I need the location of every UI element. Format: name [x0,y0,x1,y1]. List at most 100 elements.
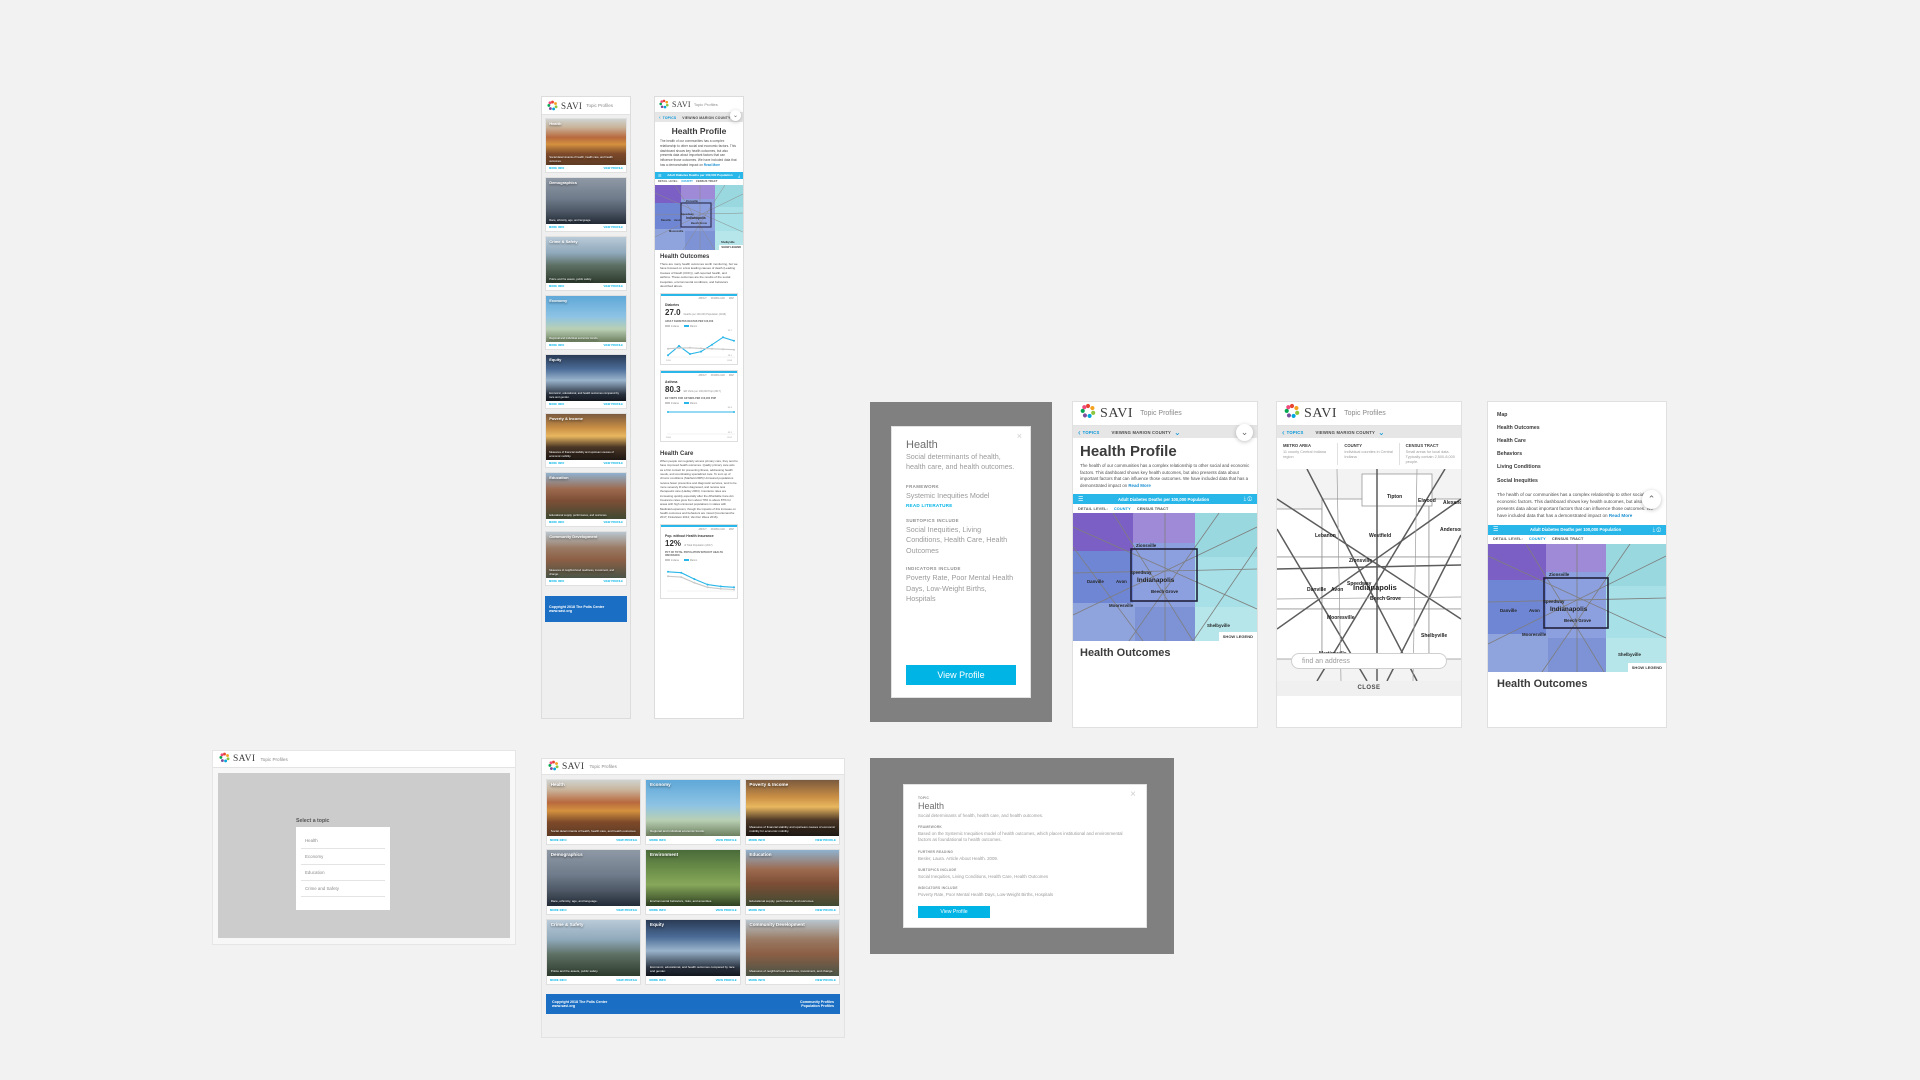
viewing-label[interactable]: VIEWING MARION COUNTY [1315,430,1375,435]
view-profile-link[interactable]: VIEW PROFILE [716,978,737,982]
view-profile-link[interactable]: VIEW PROFILE [616,908,637,912]
indicator-tab[interactable]: ABOUT [698,528,706,531]
more-info-link[interactable]: MORE INFO [649,908,666,912]
view-profile-button[interactable]: View Profile [906,665,1016,685]
map-actions[interactable]: ⤓ ⓘ [1653,527,1661,533]
download-icon[interactable]: ⤓ [738,173,740,178]
more-info-link[interactable]: MORE INFO [550,908,567,912]
view-profile-link[interactable]: VIEW PROFILE [716,908,737,912]
breadcrumb-topics[interactable]: TOPICS [1083,430,1100,435]
nav-section-item[interactable]: Living Conditions [1497,461,1657,474]
back-chevron-icon[interactable]: ‹ [1282,428,1285,437]
nav-section-item[interactable]: Social Inequities [1497,474,1657,487]
topic-card[interactable]: Health Social determinants of health, he… [546,779,642,845]
choropleth-map[interactable]: Zionsville Speedway Danville Avon Indianap… [655,184,743,250]
view-profile-link[interactable]: VIEW PROFILE [616,838,637,842]
topic-option[interactable]: Economy [301,849,385,865]
viewing-label[interactable]: VIEWING MARION COUNTY [1111,430,1171,435]
indicator-tab[interactable]: MAP [729,528,734,531]
detail-level-option[interactable]: CENSUS TRACT Small areas for local data.… [1406,443,1455,465]
more-info-link[interactable]: MORE INFO [549,344,564,347]
topic-card[interactable]: Poverty & Income Measures of financial s… [545,413,627,468]
topic-card[interactable]: Community Development Measures of neighb… [545,531,627,586]
breadcrumb-topics[interactable]: TOPICS [663,116,677,120]
read-literature-link[interactable]: READ LITERATURE [906,503,1016,508]
more-info-link[interactable]: MORE INFO [549,285,564,288]
topic-card[interactable]: Economy Regional and individual economic… [545,295,627,350]
topic-card[interactable]: Health Social determinants of health, he… [545,118,627,173]
more-info-link[interactable]: MORE INFO [549,580,564,583]
topic-card[interactable]: Demographics Race, ethnicity, age, and l… [545,177,627,232]
more-info-link[interactable]: MORE INFO [649,978,666,982]
show-legend-button[interactable]: SHOW LEGEND [1627,662,1666,672]
region-map[interactable]: Tipton Elwood Alexandria Anderson Lebanon We… [1277,469,1461,682]
topic-card[interactable]: Equity Economic, educational, and health… [645,919,741,985]
choropleth-map[interactable]: Zionsville Speedway Danville Avon Indianap… [1073,513,1257,642]
view-profile-link[interactable]: VIEW PROFILE [815,838,836,842]
view-profile-link[interactable]: VIEW PROFILE [815,908,836,912]
topic-option[interactable]: Health [301,833,385,849]
topic-card[interactable]: Crime & Safety Police and fire assets, p… [546,919,642,985]
view-profile-link[interactable]: VIEW PROFILE [603,462,623,465]
close-icon[interactable]: × [1130,789,1136,800]
indicator-card[interactable]: ABOUT DOWNLOAD MAP Diabetes 27.0 Deaths pe… [660,292,738,365]
indicator-tab[interactable]: DOWNLOAD [711,297,725,300]
indicator-tab[interactable]: DOWNLOAD [711,374,725,377]
viewing-label[interactable]: VIEWING MARION COUNTY [682,116,730,120]
collapse-toggle-button[interactable]: ⌄ [730,110,741,121]
view-profile-link[interactable]: VIEW PROFILE [603,226,623,229]
topic-card[interactable]: Crime & Safety Police and fire assets, p… [545,236,627,291]
back-chevron-icon[interactable]: ‹ [659,115,661,121]
detail-level-option[interactable]: COUNTY Individual counties in Central In… [1344,443,1400,466]
view-profile-link[interactable]: VIEW PROFILE [603,580,623,583]
detail-level-tract[interactable]: CENSUS TRACT [1137,507,1169,511]
close-button[interactable]: CLOSE [1277,681,1461,697]
view-profile-link[interactable]: VIEW PROFILE [603,344,623,347]
show-legend-button[interactable]: SHOW LEGEND [1218,632,1257,642]
footer-link-population[interactable]: Population Profiles [800,1004,834,1008]
nav-section-item[interactable]: Behaviors [1497,448,1657,461]
indicator-card[interactable]: ABOUT DOWNLOAD MAP Pop. without Health Ins… [660,523,738,599]
show-legend-button[interactable]: SHOW LEGEND [719,244,743,250]
more-info-link[interactable]: MORE INFO [749,908,766,912]
topic-card[interactable]: Poverty & Income Measures of financial s… [744,779,840,845]
read-more-link[interactable]: Read More [1128,483,1150,488]
indicator-tab[interactable]: ABOUT [698,374,706,377]
read-more-link[interactable]: Read More [704,163,720,167]
topic-option[interactable]: Crime and Safety [301,881,385,897]
topic-option[interactable]: Education [301,865,385,881]
more-info-link[interactable]: MORE INFO [550,838,567,842]
more-info-link[interactable]: MORE INFO [649,838,666,842]
more-info-link[interactable]: MORE INFO [550,978,567,982]
more-info-link[interactable]: MORE INFO [749,838,766,842]
indicator-card[interactable]: ABOUT DOWNLOAD MAP Asthma 80.3 ER Visits p… [660,369,738,442]
indicator-tab[interactable]: MAP [729,297,734,300]
detail-level-tract[interactable]: CENSUS TRACT [696,180,718,183]
view-profile-link[interactable]: VIEW PROFILE [716,838,737,842]
nav-section-item[interactable]: Health Care [1497,434,1657,447]
topic-card[interactable]: Education Educational supply, performanc… [545,472,627,527]
more-info-link[interactable]: MORE INFO [549,521,564,524]
close-icon[interactable]: × [1017,431,1022,441]
detail-level-option[interactable]: METRO AREA 11 county Central Indiana reg… [1283,443,1339,466]
indicator-tab[interactable]: MAP [729,374,734,377]
more-info-link[interactable]: MORE INFO [749,978,766,982]
hamburger-icon[interactable]: ☰ [1493,526,1498,533]
view-profile-link[interactable]: VIEW PROFILE [616,978,637,982]
view-profile-link[interactable]: VIEW PROFILE [603,403,623,406]
breadcrumb-topics[interactable]: TOPICS [1287,430,1304,435]
choropleth-map[interactable]: Zionsville Speedway Danville Avon Indianap… [1488,543,1666,672]
chevron-down-icon[interactable]: ⌄ [1378,428,1385,437]
map-actions[interactable]: ⤓ ⓘ [1244,496,1252,502]
topic-card[interactable]: Community Development Measures of neighb… [744,919,840,985]
footer-url[interactable]: www.savi.org [552,1004,607,1008]
indicator-tab[interactable]: DOWNLOAD [711,528,725,531]
detail-level-tract[interactable]: CENSUS TRACT [1552,537,1584,541]
chevron-down-icon[interactable]: ⌄ [1174,428,1181,437]
detail-level-county[interactable]: COUNTY [681,180,693,183]
nav-section-item[interactable]: Map [1497,408,1657,421]
indicator-tab[interactable]: ABOUT [698,297,706,300]
more-info-link[interactable]: MORE INFO [549,462,564,465]
more-info-link[interactable]: MORE INFO [549,226,564,229]
collapse-toggle-button[interactable]: ⌃ [1642,490,1661,509]
